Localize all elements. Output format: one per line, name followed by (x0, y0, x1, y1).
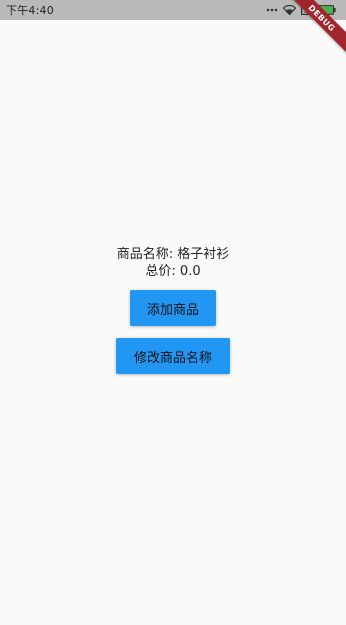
total-price-text: 总价: 0.0 (145, 264, 201, 279)
status-time: 下午4:40 (6, 4, 54, 17)
wifi-icon (283, 5, 296, 15)
edit-product-name-button[interactable]: 修改商品名称 (116, 338, 230, 374)
add-product-button[interactable]: 添加商品 (130, 290, 216, 326)
more-dots-icon (266, 8, 278, 12)
app-screen: 下午4:40 x DEBUG 商品名称: 格子衬衫 总价: 0.0 添加商品 修… (0, 0, 346, 625)
status-bar: 下午4:40 x (0, 0, 346, 20)
main-content: 商品名称: 格子衬衫 总价: 0.0 添加商品 修改商品名称 (0, 246, 346, 374)
product-name-text: 商品名称: 格子衬衫 (116, 247, 230, 262)
